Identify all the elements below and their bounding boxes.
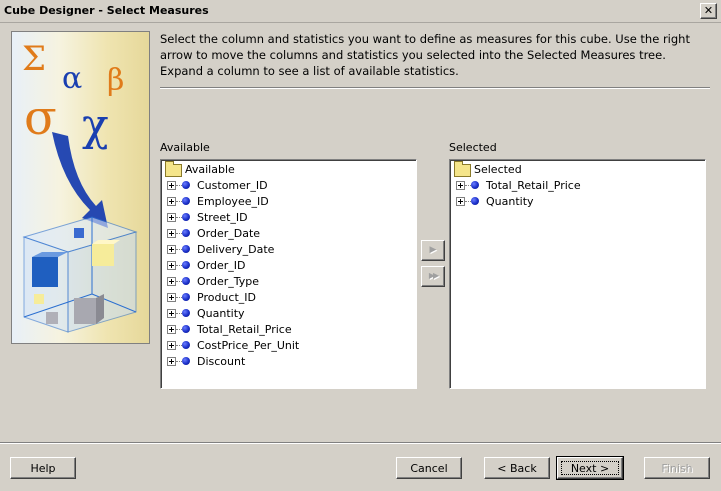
measure-icon xyxy=(182,245,190,253)
expand-icon[interactable] xyxy=(167,261,176,270)
beta-symbol-icon: β xyxy=(107,63,124,98)
expand-icon[interactable] xyxy=(167,341,176,350)
measure-icon xyxy=(182,309,190,317)
tree-item-label: Customer_ID xyxy=(197,179,268,192)
help-button-label: Help xyxy=(30,462,56,475)
move-all-right-button[interactable]: ▶▶ xyxy=(421,266,445,287)
separator xyxy=(160,87,710,89)
expand-icon[interactable] xyxy=(167,357,176,366)
tree-item-label: Employee_ID xyxy=(197,195,269,208)
back-button[interactable]: < Back xyxy=(484,457,550,479)
tree-item-label: Order_Date xyxy=(197,227,261,240)
expand-icon[interactable] xyxy=(167,181,176,190)
cube-graphic-icon: Σ α β σ χ xyxy=(22,39,138,333)
bottom-separator xyxy=(0,442,721,444)
small-sigma-symbol-icon: σ xyxy=(24,90,57,146)
measure-icon xyxy=(182,181,190,189)
tree-item-label: Quantity xyxy=(486,195,534,208)
tree-item-label: Street_ID xyxy=(197,211,248,224)
tree-item-label: Total_Retail_Price xyxy=(486,179,581,192)
tree-item-label: Total_Retail_Price xyxy=(197,323,292,336)
finish-button-label: Finish xyxy=(661,462,693,475)
window-title: Cube Designer - Select Measures xyxy=(4,4,209,17)
expand-icon[interactable] xyxy=(167,309,176,318)
finish-button[interactable]: Finish xyxy=(644,457,710,479)
wizard-graphic: Σ α β σ χ xyxy=(11,31,150,344)
chi-symbol-icon: χ xyxy=(82,100,109,151)
expand-icon[interactable] xyxy=(167,213,176,222)
expand-icon[interactable] xyxy=(167,277,176,286)
folder-icon xyxy=(165,161,182,177)
title-bar: Cube Designer - Select Measures ✕ xyxy=(0,0,721,23)
cancel-button[interactable]: Cancel xyxy=(396,457,462,479)
expand-icon[interactable] xyxy=(167,293,176,302)
next-button[interactable]: Next > xyxy=(556,456,624,480)
help-button[interactable]: Help xyxy=(10,457,76,479)
expand-icon[interactable] xyxy=(167,245,176,254)
expand-icon[interactable] xyxy=(167,197,176,206)
measure-icon xyxy=(182,293,190,301)
tree-item-label: Quantity xyxy=(197,307,245,320)
back-button-label: < Back xyxy=(497,462,537,475)
tree-item-label: CostPrice_Per_Unit xyxy=(197,339,300,352)
selected-root-label: Selected xyxy=(474,163,522,176)
close-icon: ✕ xyxy=(703,4,714,17)
tree-item-label: Discount xyxy=(197,355,246,368)
measure-icon xyxy=(182,357,190,365)
right-arrow-icon: ▶ xyxy=(429,245,437,255)
expand-icon[interactable] xyxy=(167,325,176,334)
sigma-symbol-icon: Σ xyxy=(22,39,46,79)
measure-icon xyxy=(182,277,190,285)
cancel-button-label: Cancel xyxy=(410,462,448,475)
selected-tree[interactable]: Selected Total_Retail_Price Quantity xyxy=(449,159,706,389)
available-root-label: Available xyxy=(185,163,235,176)
folder-icon xyxy=(454,161,471,177)
tree-item-label: Order_ID xyxy=(197,259,246,272)
next-button-label: Next > xyxy=(570,462,610,475)
expand-icon[interactable] xyxy=(167,229,176,238)
measure-icon xyxy=(182,197,190,205)
tree-item-label: Order_Type xyxy=(197,275,260,288)
expand-icon[interactable] xyxy=(456,181,465,190)
available-label: Available xyxy=(160,141,210,154)
measure-icon xyxy=(182,325,190,333)
measure-icon xyxy=(471,181,479,189)
close-button[interactable]: ✕ xyxy=(700,3,717,19)
move-right-button[interactable]: ▶ xyxy=(421,240,445,261)
tree-item-label: Product_ID xyxy=(197,291,256,304)
measure-icon xyxy=(182,213,190,221)
tree-item-label: Delivery_Date xyxy=(197,243,275,256)
double-right-arrow-icon: ▶▶ xyxy=(428,271,439,280)
available-tree[interactable]: Available Customer_ID Employee_ID Street_I… xyxy=(160,159,417,389)
measure-icon xyxy=(182,341,190,349)
measure-icon xyxy=(182,229,190,237)
alpha-symbol-icon: α xyxy=(62,61,82,96)
expand-icon[interactable] xyxy=(456,197,465,206)
measure-icon xyxy=(182,261,190,269)
selected-label: Selected xyxy=(449,141,497,154)
instructions-text: Select the column and statistics you wan… xyxy=(160,32,690,78)
measure-icon xyxy=(471,197,479,205)
